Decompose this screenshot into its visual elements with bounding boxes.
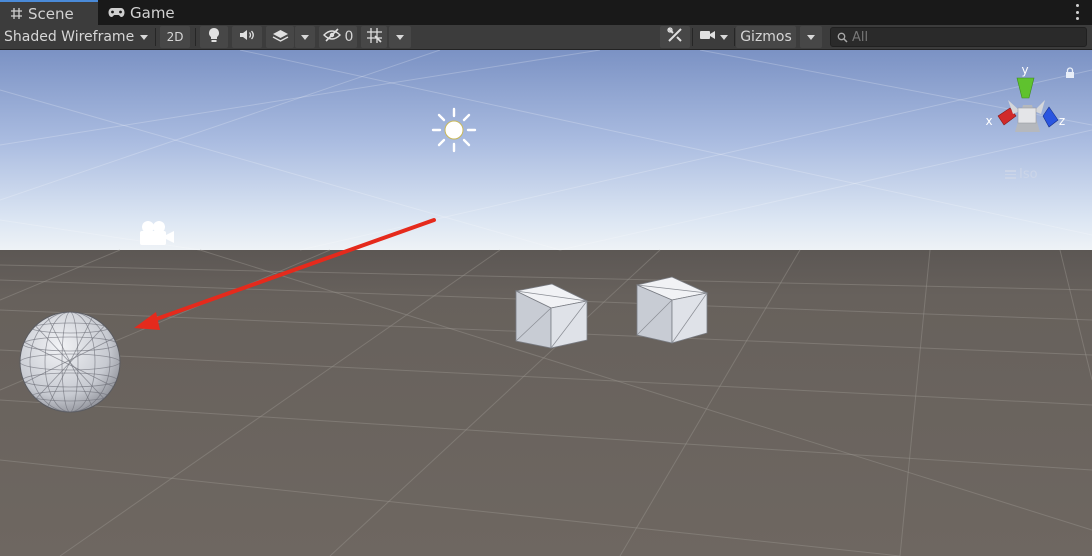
draw-mode-label: Shaded Wireframe bbox=[4, 29, 134, 45]
hierarchy-search-field[interactable]: All bbox=[830, 27, 1087, 47]
projection-toggle[interactable]: Iso bbox=[1005, 167, 1038, 182]
grid-dropdown[interactable] bbox=[389, 26, 411, 48]
hidden-count: 0 bbox=[344, 29, 354, 45]
gizmos-dropdown[interactable] bbox=[800, 26, 822, 48]
search-icon bbox=[837, 32, 848, 43]
scene-toolbar: Shaded Wireframe 2D 0 Gizmos All bbox=[0, 25, 1092, 50]
axis-y-label: y bbox=[1021, 63, 1028, 77]
lightbulb-icon bbox=[208, 27, 220, 47]
gamepad-icon bbox=[108, 7, 125, 18]
window-menu-button[interactable] bbox=[1076, 4, 1080, 20]
speaker-icon bbox=[239, 28, 256, 46]
chevron-down-icon bbox=[140, 34, 148, 40]
grid-toggle-button[interactable] bbox=[361, 26, 387, 48]
audio-toggle-button[interactable] bbox=[232, 26, 262, 48]
scene-viewport[interactable]: y x z Iso bbox=[0, 50, 1092, 556]
grid-snap-icon bbox=[366, 27, 383, 48]
chevron-down-icon bbox=[396, 34, 404, 40]
grid-hash-icon bbox=[10, 7, 23, 20]
lighting-toggle-button[interactable] bbox=[200, 26, 228, 48]
tab-game-label: Game bbox=[130, 3, 175, 22]
axis-z-label: z bbox=[1059, 114, 1065, 128]
chevron-down-icon bbox=[807, 34, 815, 40]
projection-label: Iso bbox=[1019, 167, 1038, 182]
camera-settings-button[interactable] bbox=[695, 26, 731, 48]
camera-icon bbox=[699, 29, 716, 45]
scene-window: Scene Game Shaded Wireframe 2D 0 Gizmos … bbox=[0, 0, 1092, 556]
tab-game[interactable]: Game bbox=[98, 0, 188, 25]
toggle-2d-button[interactable]: 2D bbox=[160, 26, 190, 48]
search-placeholder: All bbox=[852, 29, 869, 45]
eye-slash-icon bbox=[322, 28, 341, 46]
tab-bar: Scene Game bbox=[0, 0, 1092, 25]
menu-lines-icon bbox=[1005, 170, 1016, 179]
chevron-down-icon bbox=[301, 34, 309, 40]
effects-layers-icon bbox=[272, 28, 289, 46]
tools-icon bbox=[667, 27, 683, 47]
effects-dropdown[interactable] bbox=[295, 26, 315, 48]
directional-light-gizmo[interactable] bbox=[431, 107, 477, 153]
sky-backdrop bbox=[0, 50, 1092, 250]
sphere-object[interactable] bbox=[19, 311, 121, 413]
draw-mode-dropdown[interactable]: Shaded Wireframe bbox=[4, 26, 152, 48]
gizmos-button[interactable]: Gizmos bbox=[736, 26, 796, 48]
lock-icon[interactable] bbox=[1065, 67, 1075, 79]
tab-scene[interactable]: Scene bbox=[0, 0, 98, 25]
scene-tools-button[interactable] bbox=[660, 26, 690, 48]
axis-x-label: x bbox=[985, 114, 992, 128]
tab-scene-label: Scene bbox=[28, 4, 74, 23]
effects-toggle-button[interactable] bbox=[266, 26, 294, 48]
chevron-down-icon bbox=[719, 34, 728, 40]
hidden-objects-button[interactable]: 0 bbox=[319, 26, 357, 48]
